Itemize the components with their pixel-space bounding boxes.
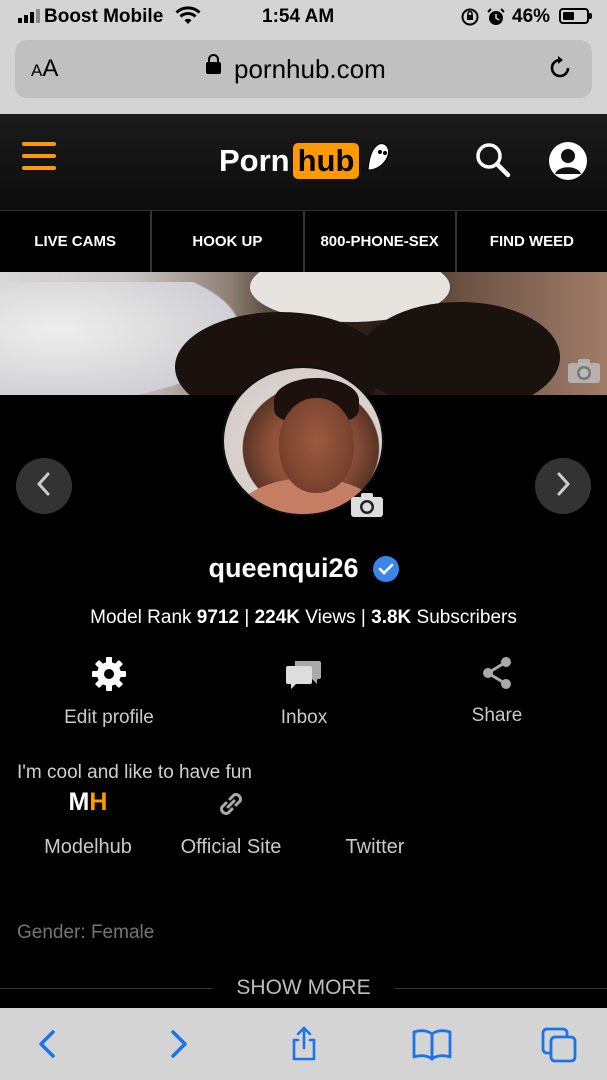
previous-button[interactable] [16,458,72,514]
camera-icon[interactable] [350,492,384,518]
gear-icon [92,657,126,691]
profile-name-row: queenqui26 [0,553,607,584]
wifi-icon [175,6,201,32]
logo-text-part2: hub [292,143,360,179]
chevron-left-icon [35,471,53,502]
verified-check-icon [372,555,399,582]
battery-percent: 46% [512,6,551,27]
orientation-lock-icon [460,7,480,33]
subscribers-value: 3.8K [371,607,412,628]
tab-find-weed[interactable]: FIND WEED [457,211,607,272]
modelhub-label: Modelhub [44,836,132,858]
profile-links: MH Modelhub Official Site Twitter [0,788,607,868]
site-header: Porn hub [0,114,607,210]
browser-address-area: AA pornhub.com [0,34,607,114]
share-sheet-icon[interactable] [286,1026,322,1062]
share-label: Share [471,705,523,726]
carrier-name: Boost Mobile [44,6,164,27]
modelhub-logo: MH [68,788,108,816]
forward-icon[interactable] [160,1026,196,1062]
views-label: Views [305,607,356,628]
back-icon[interactable] [30,1026,66,1062]
bookmarks-icon[interactable] [412,1026,452,1062]
text-size-button[interactable]: AA [31,55,58,83]
lock-icon [206,54,221,74]
chevron-right-icon [554,471,572,502]
twitter-link[interactable]: Twitter [335,788,415,859]
profile-stats: Model Rank 9712 | 224K Views | 3.8K Subs… [90,607,517,628]
hamburger-menu-icon[interactable] [22,142,56,172]
tab-live-cams[interactable]: LIVE CAMS [0,211,153,272]
address-bar[interactable]: AA pornhub.com [15,40,592,98]
camera-icon[interactable] [567,358,601,384]
reload-icon[interactable] [546,54,574,82]
rank-label: Model Rank [90,607,192,628]
tabs-icon[interactable] [540,1026,577,1063]
profile-actions: Edit profile Inbox Share [0,655,607,735]
gender-label: Gender: [17,922,86,943]
site-logo[interactable]: Porn hub [219,140,393,182]
status-bar: Boost Mobile 1:54 AM 46% [0,0,607,34]
show-more-row: SHOW MORE [0,973,607,1003]
show-more-button[interactable]: SHOW MORE [212,976,394,1000]
inbox-label: Inbox [280,707,328,728]
signal-icon [18,9,40,23]
gender-value: Female [90,922,155,943]
tab-hook-up[interactable]: HOOK UP [152,211,305,272]
share-icon [483,657,511,689]
url-domain[interactable]: pornhub.com [234,54,386,85]
username: queenqui26 [208,553,359,583]
link-icon [174,788,288,820]
inbox-button[interactable]: Inbox [262,657,346,729]
tab-phone-sex[interactable]: 800-PHONE-SEX [305,211,457,272]
gender-row: Gender: Female [17,922,154,944]
logo-text-part1: Porn [219,143,290,178]
user-account-icon[interactable] [548,141,588,181]
profile-bio: I'm cool and like to have fun [17,762,252,783]
modelhub-link[interactable]: MH Modelhub [38,788,138,859]
clock-time: 1:54 AM [262,6,335,27]
subscribers-label: Subscribers [416,607,517,628]
search-icon[interactable] [474,141,512,179]
views-value: 224K [254,607,300,628]
edit-profile-label: Edit profile [64,707,154,728]
battery-icon [559,8,592,24]
chat-bubbles-icon [286,661,321,689]
site-nav-tabs: LIVE CAMS HOOK UP 800-PHONE-SEX FIND WEE… [0,210,607,272]
ghost-icon [363,140,393,182]
alarm-icon [486,7,506,33]
next-button[interactable] [535,458,591,514]
share-button[interactable]: Share [460,655,534,727]
edit-profile-button[interactable]: Edit profile [52,655,166,729]
rank-value: 9712 [196,607,240,628]
browser-toolbar [0,1008,607,1080]
twitter-label: Twitter [345,836,405,858]
official-site-label: Official Site [180,836,282,858]
official-site-link[interactable]: Official Site [174,788,288,859]
